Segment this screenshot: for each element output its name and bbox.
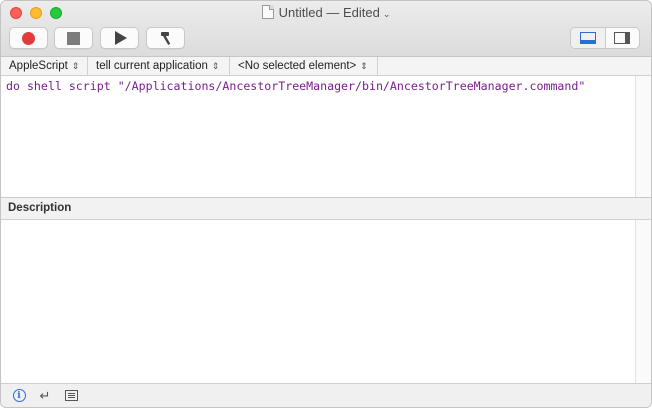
return-values-button[interactable]: ↵ <box>37 388 53 404</box>
bottom-pane-icon <box>579 32 596 44</box>
bottom-bar: i ↵ <box>1 383 651 407</box>
window-title[interactable]: Untitled — Edited ⌄ <box>1 5 651 20</box>
stop-button[interactable] <box>54 27 93 49</box>
target-label: tell current application <box>96 60 208 72</box>
navigation-bar: AppleScript ⇕ tell current application ⇕ <… <box>1 57 651 76</box>
window-title-text: Untitled — Edited <box>278 5 380 20</box>
compile-button[interactable] <box>146 27 185 49</box>
run-button[interactable] <box>100 27 139 49</box>
updown-chevron-icon: ⇕ <box>360 60 368 71</box>
editor-scrollbar[interactable] <box>635 76 651 197</box>
description-header: Description <box>1 198 651 220</box>
record-button[interactable] <box>9 27 48 49</box>
chevron-down-icon: ⌄ <box>382 9 391 19</box>
description-text-area[interactable] <box>1 220 635 384</box>
show-log-pane-button[interactable] <box>571 28 605 48</box>
record-icon <box>22 31 35 45</box>
event-log-button[interactable] <box>63 388 79 404</box>
language-label: AppleScript <box>9 60 68 72</box>
info-icon: i <box>12 389 26 402</box>
description-scrollbar[interactable] <box>635 220 651 384</box>
stop-icon <box>67 31 80 45</box>
element-label: <No selected element> <box>238 60 357 72</box>
list-icon <box>64 390 78 401</box>
view-segmented-control <box>570 27 640 49</box>
side-pane-icon <box>614 32 631 44</box>
document-icon <box>261 5 274 19</box>
return-icon: ↵ <box>39 387 51 403</box>
script-editor-window: Untitled — Edited ⌄ AppleScript ⇕ tell c… <box>0 0 652 408</box>
updown-chevron-icon: ⇕ <box>211 60 220 71</box>
code-keyword: do shell script <box>6 79 111 93</box>
description-view-button[interactable]: i <box>11 388 27 404</box>
script-code-line: do shell script "/Applications/AncestorT… <box>6 79 585 93</box>
element-popup[interactable]: <No selected element> ⇕ <box>230 57 378 75</box>
code-string-literal: "/Applications/AncestorTreeManager/bin/A… <box>117 79 586 93</box>
hammer-icon <box>160 32 170 45</box>
script-editor[interactable]: do shell script "/Applications/AncestorT… <box>1 76 635 197</box>
updown-chevron-icon: ⇕ <box>71 60 80 71</box>
language-popup[interactable]: AppleScript ⇕ <box>1 57 88 75</box>
play-icon <box>115 31 127 45</box>
show-inspector-button[interactable] <box>604 28 640 48</box>
description-title: Description <box>8 202 72 214</box>
titlebar: Untitled — Edited ⌄ <box>1 1 651 57</box>
target-popup[interactable]: tell current application ⇕ <box>88 57 230 75</box>
